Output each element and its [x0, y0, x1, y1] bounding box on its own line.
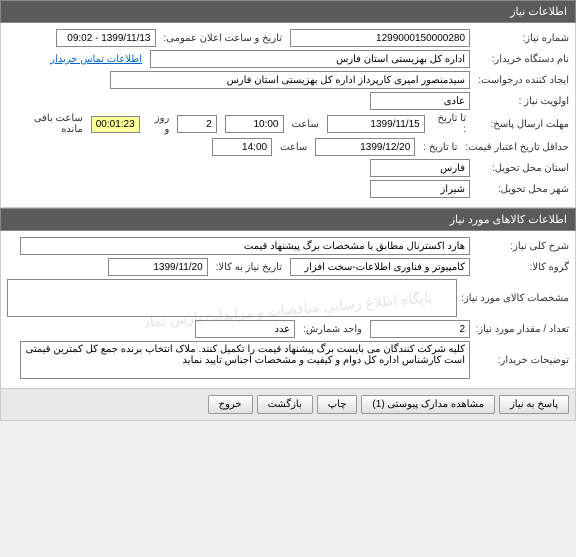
back-button[interactable]: بازگشت	[257, 395, 313, 414]
need-date-field: 1399/11/20	[108, 258, 208, 276]
price-validity-label: حداقل تاریخ اعتبار قیمت:	[465, 142, 569, 153]
goods-spec-label: مشخصات کالای مورد نیاز:	[461, 293, 569, 304]
need-number-field: 1299000150000280	[290, 29, 470, 47]
buyer-org-field: اداره کل بهزیستی استان فارس	[150, 50, 470, 68]
requester-field: سیدمنصور امیری کارپرداز اداره کل بهزیستی…	[110, 71, 470, 89]
exit-button[interactable]: خروج	[208, 395, 253, 414]
need-date-label: تاریخ نیاز به کالا:	[212, 262, 286, 273]
priority-label: اولویت نیاز :	[474, 96, 569, 107]
unit-label: واحد شمارش:	[299, 324, 366, 335]
public-datetime-label: تاریخ و ساعت اعلان عمومی:	[160, 33, 287, 44]
goods-group-label: گروه کالا:	[474, 262, 569, 273]
until-date-label: تا تاریخ :	[429, 113, 470, 135]
section-body-goods-info: شرح کلی نیاز: هارد اکسترنال مطابق با مشخ…	[0, 231, 576, 389]
section-header-goods-info: اطلاعات کالاهای مورد نیاز	[0, 208, 576, 231]
delivery-city-label: شهر محل تحویل:	[474, 184, 569, 195]
unit-field: عدد	[195, 320, 295, 338]
delivery-province-label: استان محل تحویل:	[474, 163, 569, 174]
section-header-need-info: اطلاعات نیاز	[0, 0, 576, 23]
validity-hour-field: 14:00	[212, 138, 272, 156]
buyer-notes-label: توضیحات خریدار:	[474, 355, 569, 366]
goods-group-field: کامپیوتر و فناوری اطلاعات-سخت افزار	[290, 258, 470, 276]
qty-label: تعداد / مقدار مورد نیاز:	[474, 324, 569, 335]
goods-spec-field	[7, 279, 457, 317]
general-desc-label: شرح کلی نیاز:	[474, 241, 569, 252]
section-body-need-info: شماره نیاز: 1299000150000280 تاریخ و ساع…	[0, 23, 576, 208]
days-label: روز و	[144, 113, 174, 135]
hour-label-2: ساعت	[276, 142, 311, 153]
qty-field: 2	[370, 320, 470, 338]
respond-button[interactable]: پاسخ به نیاز	[499, 395, 569, 414]
delivery-city-field: شیراز	[370, 180, 470, 198]
response-date-field: 1399/11/15	[327, 115, 425, 133]
priority-field: عادی	[370, 92, 470, 110]
response-deadline-label: مهلت ارسال پاسخ:	[474, 119, 569, 130]
print-button[interactable]: چاپ	[317, 395, 358, 414]
remaining-label: ساعت باقی مانده	[7, 113, 87, 135]
buyer-contact-link[interactable]: اطلاعات تماس خریدار	[46, 54, 146, 65]
buyer-notes-field: کلیه شرکت کنندگان می بایست برگ پیشنهاد ق…	[20, 341, 470, 379]
validity-date-field: 1399/12/20	[315, 138, 415, 156]
need-number-label: شماره نیاز:	[474, 33, 569, 44]
response-hour-field: 10:00	[225, 115, 284, 133]
delivery-province-field: فارس	[370, 159, 470, 177]
public-datetime-field: 1399/11/13 - 09:02	[56, 29, 156, 47]
attachments-button[interactable]: مشاهده مدارک پیوستی (1)	[361, 395, 495, 414]
general-desc-field: هارد اکسترنال مطابق با مشخصات برگ پیشنها…	[20, 237, 470, 255]
days-field: 2	[177, 115, 216, 133]
hour-label-1: ساعت	[288, 119, 323, 130]
requester-label: ایجاد کننده درخواست:	[474, 75, 569, 86]
buyer-org-label: نام دستگاه خریدار:	[474, 54, 569, 65]
button-bar: پاسخ به نیاز مشاهده مدارک پیوستی (1) چاپ…	[0, 389, 576, 421]
countdown-field: 00:01:23	[91, 116, 140, 133]
until-date-label-2: تا تاریخ :	[419, 142, 461, 153]
